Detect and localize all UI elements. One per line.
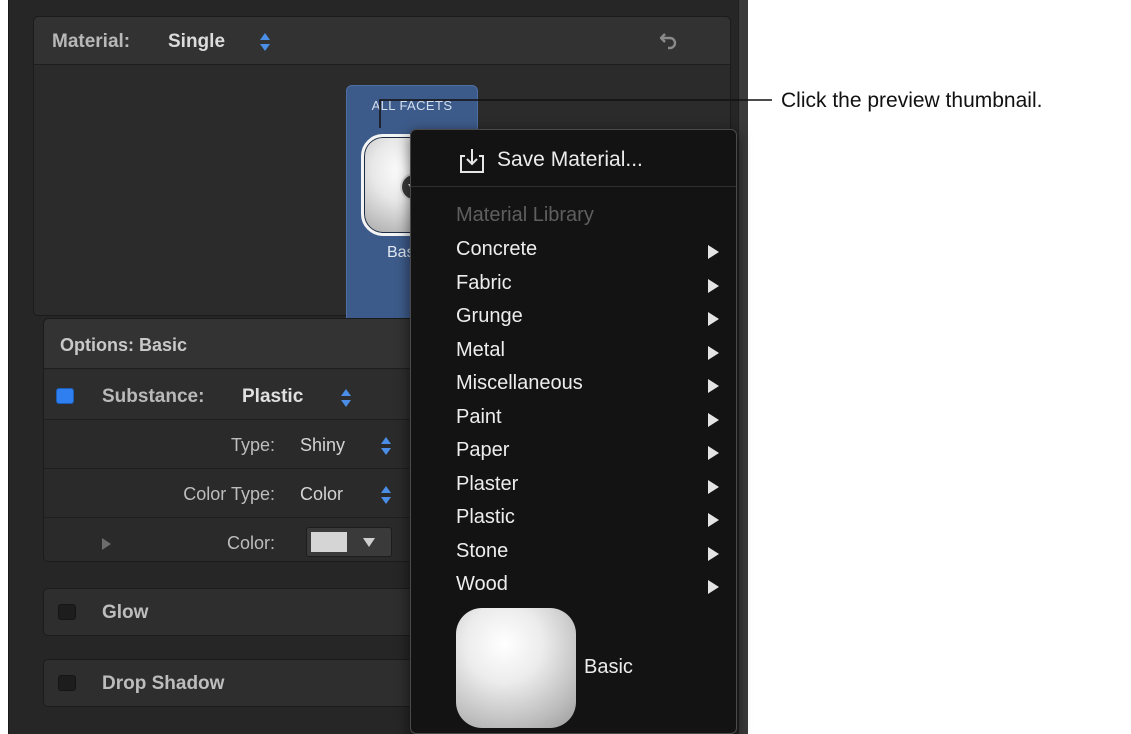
- submenu-arrow-icon: [708, 580, 719, 594]
- drop-shadow-label: Drop Shadow: [102, 673, 225, 694]
- menu-item-label: Fabric: [456, 271, 512, 294]
- menu-item-label: Plastic: [456, 506, 515, 528]
- menu-item-stone[interactable]: Stone: [411, 536, 736, 569]
- options-title: Options: Basic: [60, 335, 188, 355]
- submenu-arrow-icon: [708, 446, 719, 460]
- submenu-arrow-icon: [708, 245, 719, 259]
- callout-text: Click the preview thumbnail.: [781, 89, 1043, 112]
- submenu-arrow-icon: [708, 379, 719, 393]
- menu-item-label: Stone: [456, 539, 509, 562]
- menu-item-label: Plaster: [456, 472, 519, 495]
- save-material-label: Save Material...: [497, 148, 643, 171]
- color-label: Color:: [226, 533, 275, 553]
- color-type-label: Color Type:: [183, 484, 275, 504]
- menu-item-label: Paint: [456, 405, 502, 428]
- substance-checkbox[interactable]: [56, 388, 74, 404]
- panel-scrollbar[interactable]: [738, 0, 748, 734]
- menu-item-label: Paper: [456, 439, 510, 461]
- material-label: Material:: [52, 31, 131, 52]
- material-popup[interactable]: Single: [168, 31, 225, 53]
- menu-item-paint[interactable]: Paint: [411, 402, 736, 435]
- menu-item-plastic[interactable]: Plastic: [411, 502, 736, 535]
- menu-item-plaster[interactable]: Plaster: [411, 469, 736, 502]
- color-type-popup[interactable]: Color: [300, 484, 343, 505]
- color-dropdown-icon[interactable]: [363, 538, 375, 547]
- menu-divider: [411, 186, 736, 187]
- type-label: Type:: [230, 435, 275, 455]
- menu-item-metal[interactable]: Metal: [411, 335, 736, 368]
- menu-item-label: Concrete: [456, 238, 538, 260]
- material-preview-swatch: [456, 608, 576, 728]
- menu-item-wood[interactable]: Wood: [411, 569, 736, 602]
- submenu-arrow-icon: [708, 513, 719, 527]
- menu-item-grunge[interactable]: Grunge: [411, 301, 736, 334]
- substance-label: Substance:: [102, 386, 205, 407]
- menu-item-paper[interactable]: Paper: [411, 435, 736, 468]
- glow-checkbox[interactable]: [58, 604, 76, 620]
- save-tray-icon: [460, 149, 484, 173]
- menu-item-fabric[interactable]: Fabric: [411, 268, 736, 301]
- menu-item-label: Metal: [456, 338, 505, 361]
- menu-item-label: Wood: [456, 573, 508, 595]
- glow-label: Glow: [102, 602, 149, 623]
- basic-preset-label: Basic: [584, 656, 633, 678]
- menu-item-concrete[interactable]: Concrete: [411, 234, 736, 267]
- material-library-header: Material Library: [456, 204, 594, 226]
- substance-popup[interactable]: Plastic: [242, 386, 303, 408]
- color-type-stepper-icon[interactable]: [380, 485, 392, 505]
- save-material-item[interactable]: Save Material...: [411, 140, 736, 184]
- material-stepper-icon[interactable]: [259, 32, 271, 52]
- type-stepper-icon[interactable]: [380, 436, 392, 456]
- submenu-arrow-icon: [708, 479, 719, 494]
- material-popup-menu: Save Material... Material Library Concre…: [410, 129, 737, 734]
- submenu-arrow-icon: [708, 312, 719, 326]
- type-popup[interactable]: Shiny: [300, 435, 345, 456]
- submenu-arrow-icon: [708, 345, 719, 360]
- submenu-arrow-icon: [708, 278, 719, 293]
- material-header: Material: Single: [34, 17, 730, 65]
- submenu-arrow-icon: [708, 546, 719, 561]
- color-well[interactable]: [306, 527, 392, 557]
- submenu-arrow-icon: [708, 412, 719, 427]
- color-swatch: [311, 532, 347, 552]
- reset-arrow-icon[interactable]: [659, 31, 679, 51]
- menu-item-miscellaneous[interactable]: Miscellaneous: [411, 368, 736, 401]
- disclosure-triangle-icon[interactable]: [102, 538, 111, 550]
- thumbnail-title: ALL FACETS: [371, 98, 453, 113]
- menu-item-basic-preset[interactable]: Basic: [411, 604, 736, 730]
- drop-shadow-checkbox[interactable]: [58, 675, 76, 691]
- menu-item-label: Miscellaneous: [456, 372, 583, 394]
- substance-stepper-icon[interactable]: [340, 388, 352, 408]
- menu-item-label: Grunge: [456, 305, 523, 327]
